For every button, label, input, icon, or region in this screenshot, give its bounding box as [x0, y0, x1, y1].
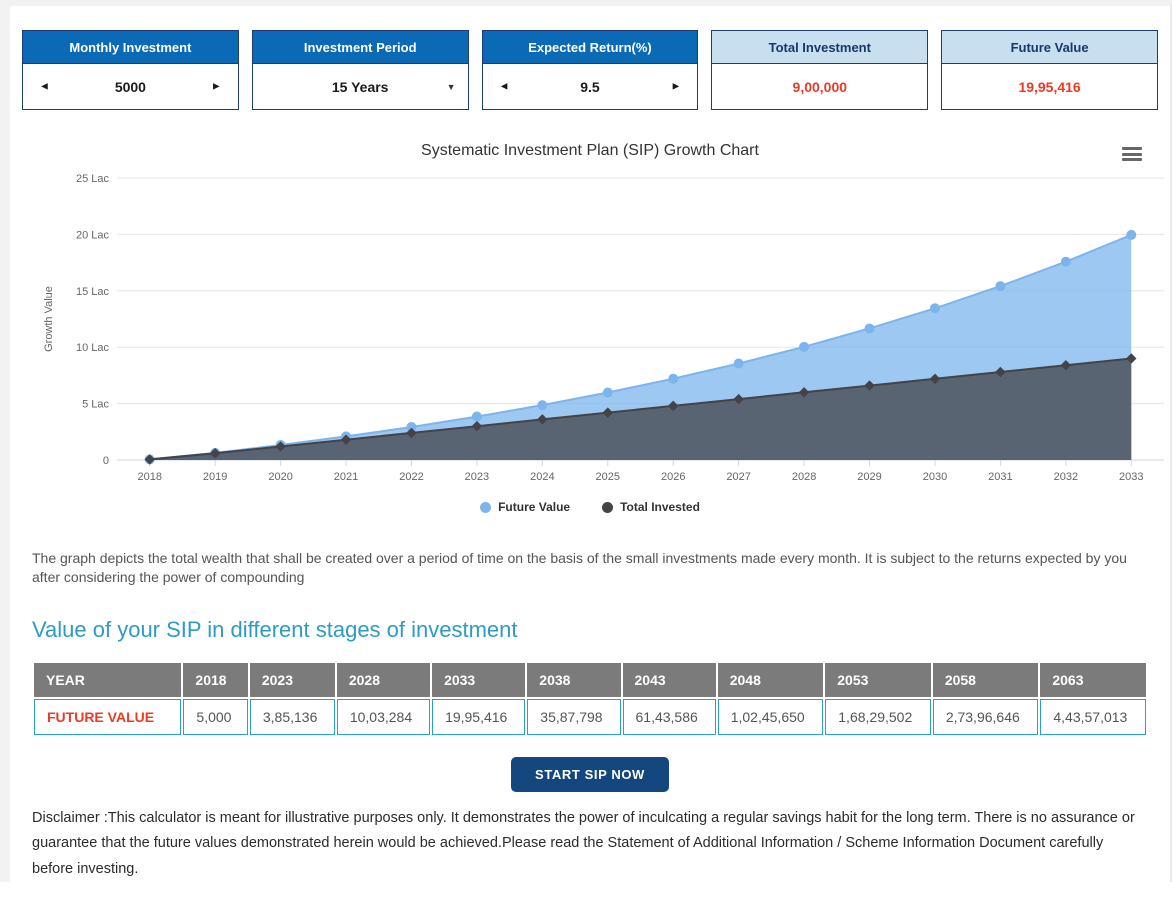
- svg-text:2029: 2029: [857, 471, 881, 483]
- control-future-value: Future Value 19,95,416: [941, 30, 1158, 110]
- decrement-arrow-icon[interactable]: ◄: [499, 81, 510, 92]
- decrement-arrow-icon[interactable]: ◄: [39, 81, 50, 92]
- future-value-label: Future Value: [942, 31, 1157, 64]
- svg-text:2022: 2022: [399, 471, 423, 483]
- total-investment-display: 9,00,000: [712, 64, 927, 109]
- start-sip-now-button[interactable]: START SIP NOW: [511, 757, 669, 792]
- cta-row: START SIP NOW: [22, 757, 1158, 792]
- legend-dot-icon: [480, 502, 491, 513]
- svg-text:25 Lac: 25 Lac: [76, 173, 110, 185]
- hamburger-icon[interactable]: [1122, 146, 1142, 162]
- increment-arrow-icon[interactable]: ►: [671, 81, 682, 92]
- svg-text:10 Lac: 10 Lac: [76, 342, 110, 354]
- expected-return-stepper: ◄ 9.5 ►: [483, 64, 698, 109]
- investment-period-label: Investment Period: [253, 31, 468, 64]
- monthly-investment-label: Monthly Investment: [23, 31, 238, 64]
- dropdown-caret-icon[interactable]: ▼: [447, 82, 456, 92]
- svg-text:15 Lac: 15 Lac: [76, 286, 110, 298]
- disclaimer-text: Disclaimer :This calculator is meant for…: [32, 806, 1148, 882]
- svg-text:2027: 2027: [726, 471, 750, 483]
- svg-text:Growth Value: Growth Value: [43, 286, 55, 352]
- svg-text:5 Lac: 5 Lac: [82, 399, 109, 411]
- total-investment-label: Total Investment: [712, 31, 927, 64]
- table-year-cell: 2033: [432, 663, 525, 697]
- control-monthly-investment: Monthly Investment ◄ 5000 ►: [22, 30, 239, 110]
- table-year-cell: 2053: [825, 663, 931, 697]
- section-heading: Value of your SIP in different stages of…: [32, 617, 1148, 643]
- svg-text:2019: 2019: [203, 471, 227, 483]
- table-year-cell: 2038: [527, 663, 620, 697]
- table-future-value-cell: 3,85,136: [250, 699, 335, 735]
- graph-description: The graph depicts the total wealth that …: [32, 549, 1148, 587]
- table-future-value-cell: 5,000: [183, 699, 247, 735]
- chart-legend: Future Value Total Invested: [22, 495, 1158, 519]
- year-row-header: YEAR: [34, 663, 181, 697]
- table-year-cell: 2048: [718, 663, 824, 697]
- svg-text:2025: 2025: [596, 471, 620, 483]
- svg-text:2028: 2028: [792, 471, 816, 483]
- table-future-value-cell: 61,43,586: [623, 699, 716, 735]
- table-year-row: YEAR 20182023202820332038204320482053205…: [34, 663, 1146, 697]
- control-total-investment: Total Investment 9,00,000: [711, 30, 928, 110]
- legend-dot-icon: [602, 502, 613, 513]
- table-future-value-row: FUTURE VALUE 5,0003,85,13610,03,28419,95…: [34, 699, 1146, 735]
- table-year-cell: 2028: [337, 663, 430, 697]
- svg-text:2031: 2031: [988, 471, 1012, 483]
- control-expected-return: Expected Return(%) ◄ 9.5 ►: [482, 30, 699, 110]
- chart-title-row: Systematic Investment Plan (SIP) Growth …: [22, 136, 1158, 170]
- svg-text:2033: 2033: [1119, 471, 1143, 483]
- investment-period-select[interactable]: 15 Years ▼: [253, 64, 468, 109]
- table-year-cell: 2023: [250, 663, 335, 697]
- sip-stages-table: YEAR 20182023202820332038204320482053205…: [32, 661, 1148, 737]
- svg-text:2024: 2024: [530, 471, 554, 483]
- sip-calculator-page: Monthly Investment ◄ 5000 ► Investment P…: [10, 30, 1170, 882]
- table-future-value-cell: 19,95,416: [432, 699, 525, 735]
- table-year-cell: 2018: [183, 663, 247, 697]
- future-value-value: 19,95,416: [1018, 79, 1080, 95]
- sip-growth-chart[interactable]: 0 5 Lac 10 Lac 15 Lac 20 Lac 25 Lac 2018 2019 20…: [22, 170, 1170, 486]
- monthly-investment-value[interactable]: 5000: [115, 79, 146, 95]
- svg-text:2030: 2030: [923, 471, 947, 483]
- svg-text:2026: 2026: [661, 471, 685, 483]
- svg-text:2023: 2023: [465, 471, 489, 483]
- legend-item-total-invested[interactable]: Total Invested: [602, 500, 700, 514]
- monthly-investment-stepper: ◄ 5000 ►: [23, 64, 238, 109]
- table-future-value-cell: 2,73,96,646: [933, 699, 1039, 735]
- svg-text:2032: 2032: [1054, 471, 1078, 483]
- svg-text:2021: 2021: [334, 471, 358, 483]
- svg-text:2018: 2018: [137, 471, 161, 483]
- table-future-value-cell: 35,87,798: [527, 699, 620, 735]
- svg-text:0: 0: [103, 455, 109, 467]
- chart-title: Systematic Investment Plan (SIP) Growth …: [22, 136, 1158, 160]
- control-investment-period: Investment Period 15 Years ▼: [252, 30, 469, 110]
- investment-period-value: 15 Years: [332, 79, 389, 95]
- table-future-value-cell: 1,68,29,502: [825, 699, 931, 735]
- table-future-value-cell: 1,02,45,650: [718, 699, 824, 735]
- increment-arrow-icon[interactable]: ►: [211, 81, 222, 92]
- table-future-value-cell: 10,03,284: [337, 699, 430, 735]
- legend-label: Future Value: [498, 500, 570, 514]
- table-year-cell: 2058: [933, 663, 1039, 697]
- table-future-value-cell: 4,43,57,013: [1040, 699, 1146, 735]
- svg-text:20 Lac: 20 Lac: [76, 229, 110, 241]
- expected-return-label: Expected Return(%): [483, 31, 698, 64]
- controls-row: Monthly Investment ◄ 5000 ► Investment P…: [22, 30, 1158, 110]
- table-year-cell: 2043: [623, 663, 716, 697]
- future-value-row-header: FUTURE VALUE: [34, 699, 181, 735]
- sip-growth-chart-panel: Systematic Investment Plan (SIP) Growth …: [22, 136, 1158, 519]
- total-investment-value: 9,00,000: [793, 79, 848, 95]
- table-year-cell: 2063: [1040, 663, 1146, 697]
- legend-label: Total Invested: [620, 500, 700, 514]
- expected-return-value[interactable]: 9.5: [580, 79, 599, 95]
- future-value-display: 19,95,416: [942, 64, 1157, 109]
- svg-text:2020: 2020: [268, 471, 292, 483]
- legend-item-future-value[interactable]: Future Value: [480, 500, 570, 514]
